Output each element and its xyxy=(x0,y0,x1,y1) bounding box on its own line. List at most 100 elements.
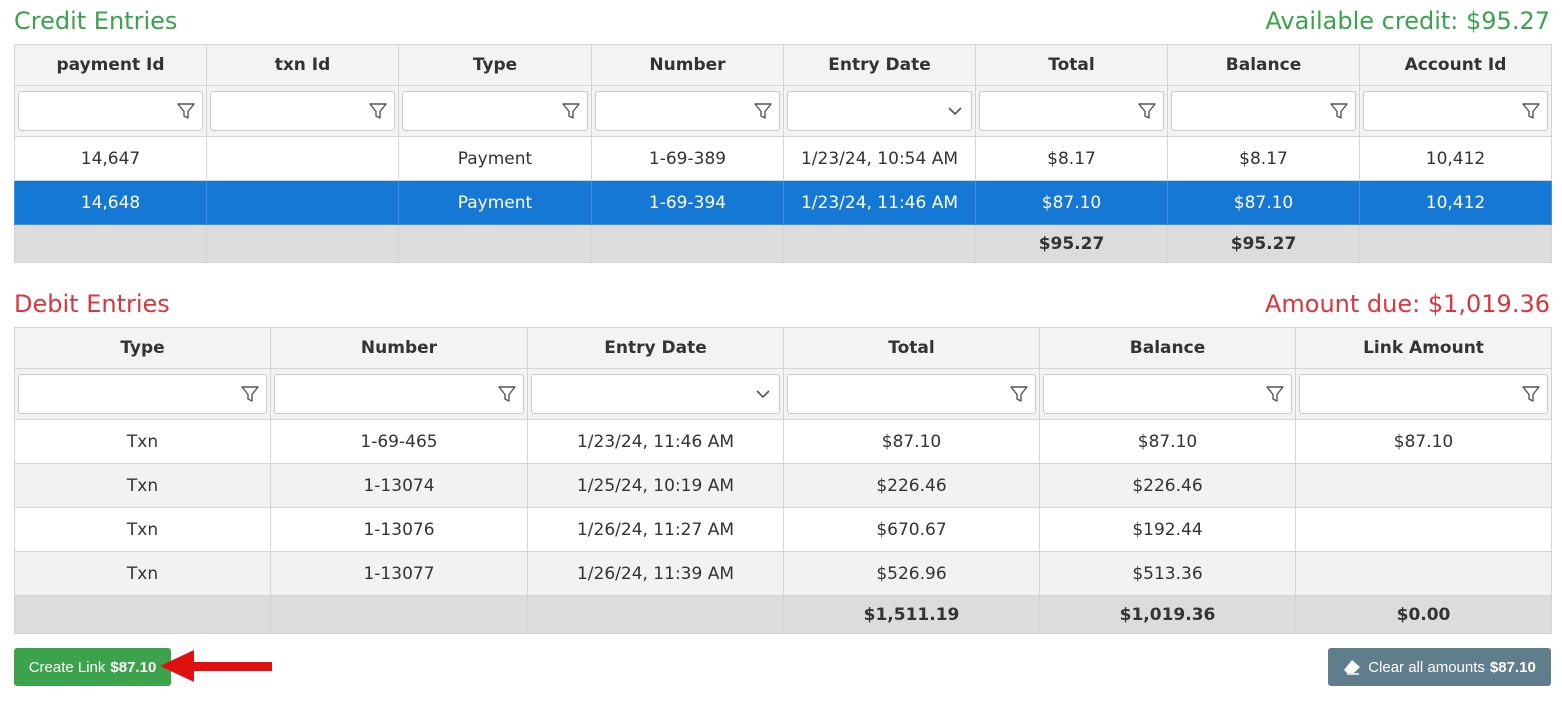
filter-input-account-id[interactable] xyxy=(1363,91,1548,131)
filter-icon xyxy=(562,103,580,119)
column-header-link-amount[interactable]: Link Amount xyxy=(1295,327,1552,369)
column-header-total[interactable]: Total xyxy=(783,327,1040,369)
cell-link-amount[interactable] xyxy=(1295,463,1552,508)
debit-header: Debit Entries Amount due: $1,019.36 xyxy=(14,288,1550,320)
cell-payment-id: 14,648 xyxy=(14,180,207,225)
cell-type: Txn xyxy=(14,419,271,464)
cell-balance: $87.10 xyxy=(1167,180,1360,225)
column-header-number[interactable]: Number xyxy=(270,327,528,369)
column-header-type[interactable]: Type xyxy=(398,44,592,86)
filter-input-total[interactable] xyxy=(787,374,1036,414)
credit-table: payment Id txn Id Type Number Entry Date Tota… xyxy=(14,44,1552,263)
debit-header-row: Type Number Entry Date Total Balance Link Amo… xyxy=(14,327,1552,369)
cell-payment-id: 14,647 xyxy=(14,136,207,181)
cell-balance: $8.17 xyxy=(1167,136,1360,181)
filter-input-type[interactable] xyxy=(18,374,267,414)
cell-total: $526.96 xyxy=(783,551,1040,596)
table-row[interactable]: Txn 1-13074 1/25/24, 10:19 AM $226.46 $226.4… xyxy=(14,463,1552,508)
filter-icon xyxy=(369,103,387,119)
column-header-account-id[interactable]: Account Id xyxy=(1359,44,1552,86)
filter-input-number[interactable] xyxy=(274,374,524,414)
cell-link-amount[interactable]: $87.10 xyxy=(1295,419,1552,464)
total-balance: $95.27 xyxy=(1167,224,1360,263)
cell-balance: $87.10 xyxy=(1039,419,1296,464)
credit-header: Credit Entries Available credit: $95.27 xyxy=(14,5,1550,37)
available-credit: Available credit: $95.27 xyxy=(1265,7,1550,35)
cell-number: 1-69-389 xyxy=(591,136,784,181)
filter-icon xyxy=(1138,103,1156,119)
total-balance: $1,019.36 xyxy=(1039,595,1296,634)
filter-cell xyxy=(270,368,528,420)
clear-all-amounts-button[interactable]: Clear all amounts $87.10 xyxy=(1328,648,1551,686)
total-number xyxy=(591,224,784,263)
cell-type: Txn xyxy=(14,551,271,596)
filter-icon xyxy=(177,103,195,119)
column-header-txn-id[interactable]: txn Id xyxy=(206,44,399,86)
table-row[interactable]: 14,647 Payment 1-69-389 1/23/24, 10:54 AM $8… xyxy=(14,136,1552,181)
create-link-label: Create Link xyxy=(28,658,106,676)
column-header-balance[interactable]: Balance xyxy=(1167,44,1360,86)
table-row[interactable]: Txn 1-69-465 1/23/24, 11:46 AM $87.10 $87.10… xyxy=(14,419,1552,464)
column-header-entry-date[interactable]: Entry Date xyxy=(783,44,976,86)
filter-cell xyxy=(1039,368,1296,420)
total-total: $1,511.19 xyxy=(783,595,1040,634)
create-link-button[interactable]: Create Link $87.10 xyxy=(14,648,171,686)
column-header-balance[interactable]: Balance xyxy=(1039,327,1296,369)
cell-number: 1-13076 xyxy=(270,507,528,552)
cell-entry-date: 1/25/24, 10:19 AM xyxy=(527,463,784,508)
cell-link-amount[interactable] xyxy=(1295,507,1552,552)
filter-cell xyxy=(1295,368,1552,420)
cell-balance: $513.36 xyxy=(1039,551,1296,596)
filter-dropdown-entry-date[interactable] xyxy=(787,91,972,131)
filter-input-type[interactable] xyxy=(402,91,588,131)
credit-filter-row xyxy=(14,85,1552,137)
cell-entry-date: 1/23/24, 11:46 AM xyxy=(783,180,976,225)
cell-total: $226.46 xyxy=(783,463,1040,508)
filter-input-link-amount[interactable] xyxy=(1299,374,1548,414)
filter-icon xyxy=(1010,386,1028,402)
filter-input-total[interactable] xyxy=(979,91,1164,131)
filter-input-payment-id[interactable] xyxy=(18,91,203,131)
filter-icon xyxy=(1522,386,1540,402)
cell-type: Payment xyxy=(398,136,592,181)
cell-link-amount[interactable] xyxy=(1295,551,1552,596)
filter-input-number[interactable] xyxy=(595,91,780,131)
total-type xyxy=(14,595,271,634)
filter-input-txn-id[interactable] xyxy=(210,91,395,131)
column-header-entry-date[interactable]: Entry Date xyxy=(527,327,784,369)
filter-cell xyxy=(206,85,399,137)
filter-dropdown-entry-date[interactable] xyxy=(531,374,780,414)
table-row[interactable]: Txn 1-13076 1/26/24, 11:27 AM $670.67 $192.4… xyxy=(14,507,1552,552)
filter-icon xyxy=(241,386,259,402)
filter-input-balance[interactable] xyxy=(1043,374,1292,414)
cell-entry-date: 1/23/24, 10:54 AM xyxy=(783,136,976,181)
total-entry-date xyxy=(783,224,976,263)
clear-all-label: Clear all amounts xyxy=(1368,658,1485,676)
table-row[interactable]: Txn 1-13077 1/26/24, 11:39 AM $526.96 $513.3… xyxy=(14,551,1552,596)
column-header-total[interactable]: Total xyxy=(975,44,1168,86)
cell-entry-date: 1/26/24, 11:39 AM xyxy=(527,551,784,596)
filter-input-balance[interactable] xyxy=(1171,91,1356,131)
column-header-number[interactable]: Number xyxy=(591,44,784,86)
cell-txn-id xyxy=(206,180,399,225)
debit-filter-row xyxy=(14,368,1552,420)
column-header-payment-id[interactable]: payment Id xyxy=(14,44,207,86)
cell-balance: $226.46 xyxy=(1039,463,1296,508)
filter-cell xyxy=(1167,85,1360,137)
table-row-selected[interactable]: 14,648 Payment 1-69-394 1/23/24, 11:46 AM $8… xyxy=(14,180,1552,225)
filter-cell xyxy=(783,85,976,137)
credit-totals-row: $95.27 $95.27 xyxy=(14,224,1552,263)
filter-icon xyxy=(1266,386,1284,402)
chevron-down-icon xyxy=(948,107,962,116)
filter-icon xyxy=(754,103,772,119)
cell-number: 1-69-394 xyxy=(591,180,784,225)
debit-table: Type Number Entry Date Total Balance Link Amo… xyxy=(14,327,1552,634)
debit-title: Debit Entries xyxy=(14,290,170,318)
filter-cell xyxy=(975,85,1168,137)
cell-total: $8.17 xyxy=(975,136,1168,181)
cell-account-id: 10,412 xyxy=(1359,180,1552,225)
total-total: $95.27 xyxy=(975,224,1168,263)
total-account-id xyxy=(1359,224,1552,263)
total-link-amount: $0.00 xyxy=(1295,595,1552,634)
column-header-type[interactable]: Type xyxy=(14,327,271,369)
